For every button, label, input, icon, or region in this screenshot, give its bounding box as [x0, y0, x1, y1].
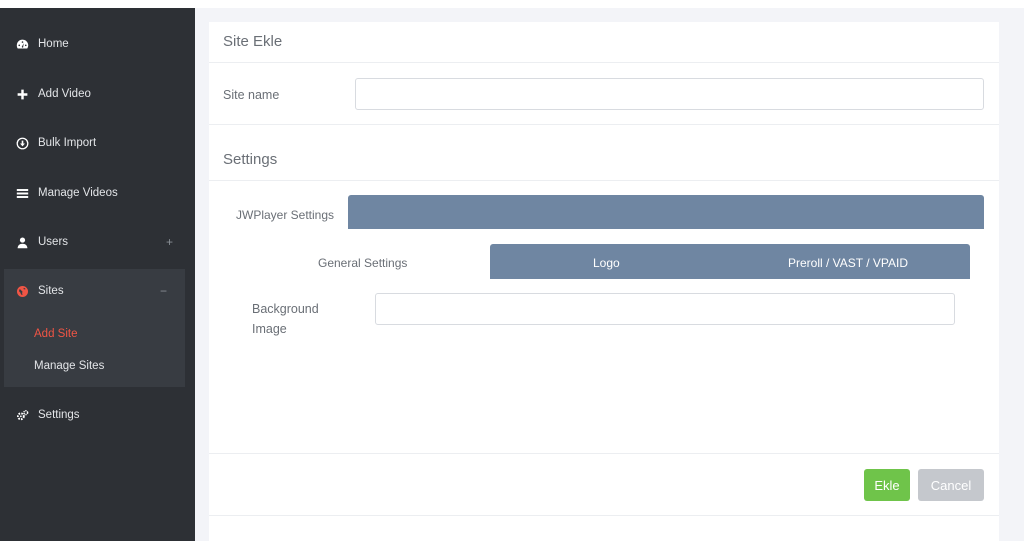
ekle-button[interactable]: Ekle: [864, 469, 910, 501]
sidebar-item-label: Settings: [38, 409, 80, 421]
divider: [209, 515, 999, 516]
background-image-input[interactable]: [375, 293, 955, 325]
list-icon: [14, 186, 30, 200]
tab-logo[interactable]: Logo: [593, 256, 620, 270]
sidebar-item-manage-videos[interactable]: Manage Videos: [0, 173, 195, 213]
collapse-icon: −: [159, 284, 167, 298]
background-image-label-line2: Image: [252, 322, 287, 336]
sidebar-subitem-manage-sites[interactable]: Manage Sites: [34, 360, 104, 372]
sidebar-item-label: Users: [38, 236, 69, 248]
sidebar-item-add-video[interactable]: Add Video: [0, 74, 195, 114]
site-name-input[interactable]: [355, 78, 984, 110]
sidebar-item-home[interactable]: Home: [0, 24, 195, 64]
gears-icon: [14, 408, 30, 422]
add-site-panel: Site Ekle Site name Settings JWPlayer Se…: [209, 22, 999, 541]
settings-title: Settings: [223, 151, 278, 168]
sidebar-item-sites[interactable]: Sites −: [0, 271, 189, 311]
player-tab-bar: [348, 195, 984, 229]
top-strip: [195, 0, 1024, 8]
divider: [209, 124, 999, 125]
tab-general-settings[interactable]: General Settings: [318, 256, 407, 270]
background-image-label: Background: [252, 302, 319, 316]
download-circle-icon: [14, 136, 30, 150]
sidebar-subitem-add-site[interactable]: Add Site: [34, 328, 77, 340]
divider: [209, 453, 999, 454]
divider: [209, 62, 999, 63]
sidebar-item-label: Manage Videos: [38, 187, 118, 199]
plus-icon: [14, 87, 30, 101]
sidebar-top-strip: [0, 0, 195, 8]
dashboard-icon: [14, 37, 30, 51]
site-name-label: Site name: [223, 88, 280, 102]
sidebar-item-label: Sites: [38, 285, 64, 297]
sidebar-group-sites: Sites − Add Site Manage Sites: [4, 269, 185, 387]
cancel-button[interactable]: Cancel: [918, 469, 984, 501]
sidebar-item-label: Bulk Import: [38, 137, 97, 149]
sidebar-item-label: Add Video: [38, 88, 91, 100]
divider: [209, 180, 999, 181]
sidebar-item-settings[interactable]: Settings: [0, 395, 195, 435]
tab-preroll-vast-vpaid[interactable]: Preroll / VAST / VPAID: [788, 256, 908, 270]
globe-icon: [14, 284, 30, 298]
sidebar-item-users[interactable]: Users +: [0, 222, 195, 262]
user-icon: [14, 235, 30, 249]
tab-jwplayer-settings[interactable]: JWPlayer Settings: [236, 208, 334, 222]
expand-icon: +: [165, 235, 173, 249]
sidebar: Home Add Video Bulk Import Manage Videos…: [0, 0, 195, 541]
sidebar-item-bulk-import[interactable]: Bulk Import: [0, 123, 195, 163]
sidebar-item-label: Home: [38, 38, 69, 50]
page-title: Site Ekle: [223, 33, 283, 50]
